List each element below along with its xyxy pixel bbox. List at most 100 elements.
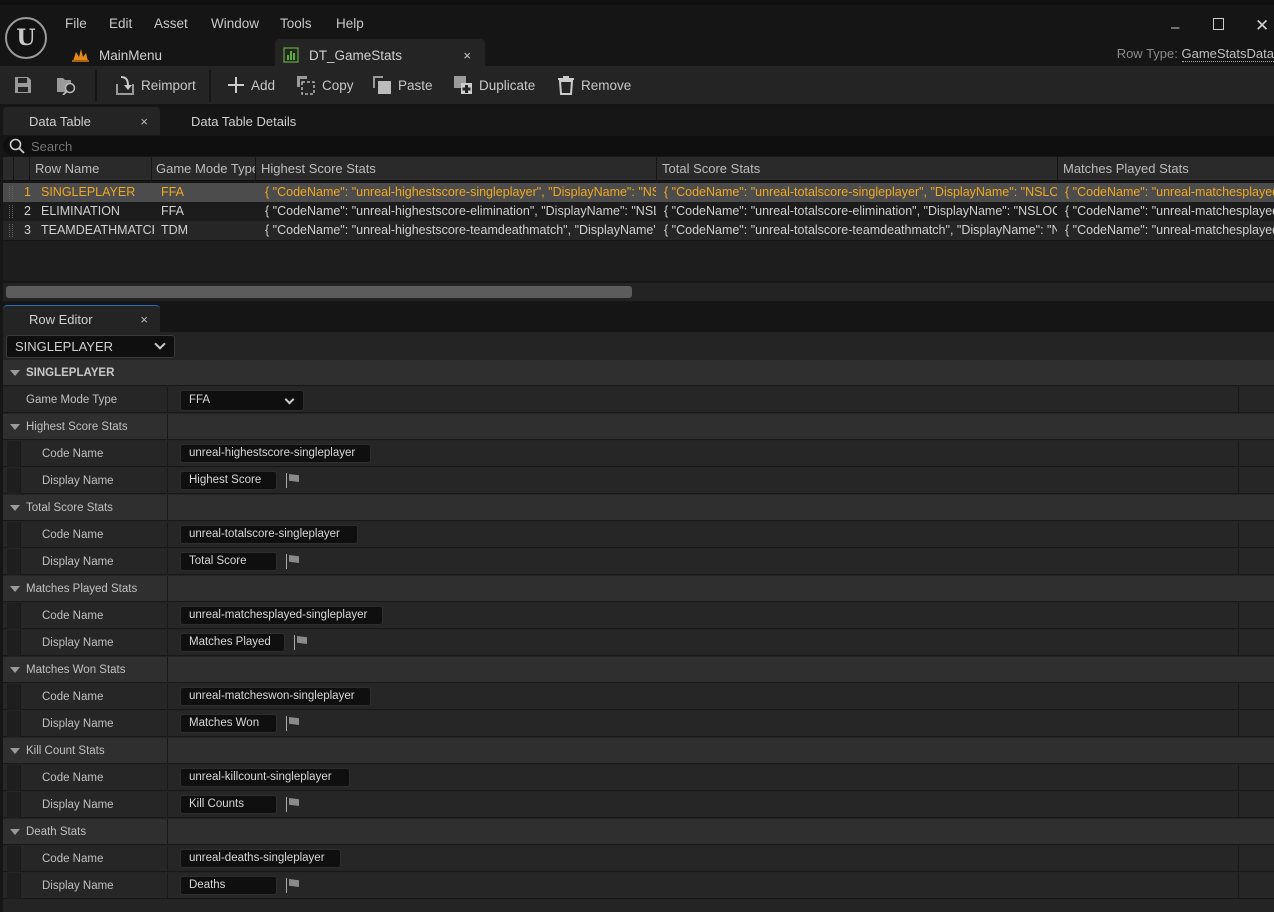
tab-mainmenu-label: MainMenu xyxy=(99,47,163,63)
localization-flag-icon[interactable] xyxy=(286,554,300,569)
code-name-field[interactable]: unreal-matcheswon-singleplayer xyxy=(180,687,371,706)
duplicate-label: Duplicate xyxy=(479,77,536,93)
chevron-down-icon xyxy=(284,394,295,405)
localization-flag-icon[interactable] xyxy=(286,473,300,488)
collapse-arrow-icon[interactable] xyxy=(10,667,20,673)
property-code-name: Code Name unreal-matcheswon-singleplayer xyxy=(3,684,1274,710)
search-input[interactable] xyxy=(31,138,631,154)
menu-asset[interactable]: Asset xyxy=(154,16,188,31)
row-name: ELIMINATION xyxy=(41,204,120,218)
localization-flag-icon[interactable] xyxy=(294,635,308,650)
header-highest-score-stats[interactable]: Highest Score Stats xyxy=(255,157,656,181)
code-name-field[interactable]: unreal-highestscore-singleplayer xyxy=(180,444,371,463)
duplicate-button[interactable]: Duplicate xyxy=(453,66,535,104)
code-name-field[interactable]: unreal-deaths-singleplayer xyxy=(180,849,341,868)
add-button[interactable]: Add xyxy=(227,66,275,104)
save-button[interactable] xyxy=(14,66,32,104)
group-kill-count-stats[interactable]: Kill Count Stats xyxy=(3,738,1274,764)
collapse-arrow-icon[interactable] xyxy=(10,829,20,835)
group-total-score-stats[interactable]: Total Score Stats xyxy=(3,495,1274,521)
collapse-arrow-icon[interactable] xyxy=(10,748,20,754)
display-name-field[interactable]: Matches Played xyxy=(180,633,285,652)
horizontal-scrollbar[interactable] xyxy=(3,283,1274,301)
property-code-name: Code Name unreal-deaths-singleplayer xyxy=(3,846,1274,872)
game-mode-combo[interactable]: FFA xyxy=(180,390,304,411)
table-row[interactable]: 1 SINGLEPLAYER FFA { "CodeName": "unreal… xyxy=(3,183,1274,202)
group-label: Matches Won Stats xyxy=(26,664,126,676)
unreal-logo-icon[interactable]: U xyxy=(5,17,47,59)
row-type-value[interactable]: GameStatsData xyxy=(1181,46,1274,62)
close-window-button[interactable]: ✕ xyxy=(1255,16,1269,36)
row-mode: FFA xyxy=(161,185,184,199)
code-name-field[interactable]: unreal-totalscore-singleplayer xyxy=(180,525,358,544)
row-matches: { "CodeName": "unreal-matchesplayed-sing… xyxy=(1065,185,1274,199)
tab-data-table-details[interactable]: Data Table Details xyxy=(191,107,296,135)
close-data-table-icon[interactable]: × xyxy=(140,114,148,129)
display-name-field[interactable]: Kill Counts xyxy=(180,795,277,814)
paste-icon xyxy=(373,76,391,94)
category-label: SINGLEPLAYER xyxy=(26,367,115,379)
tab-data-table[interactable]: Data Table × xyxy=(3,107,160,135)
collapse-arrow-icon[interactable] xyxy=(10,424,20,430)
table-row[interactable]: 2 ELIMINATION FFA { "CodeName": "unreal-… xyxy=(3,202,1274,221)
header-total-score-stats[interactable]: Total Score Stats xyxy=(656,157,1057,181)
tab-row-editor[interactable]: Row Editor × xyxy=(3,305,160,332)
paste-button[interactable]: Paste xyxy=(372,66,433,104)
menu-tools[interactable]: Tools xyxy=(280,16,312,31)
row-name: TEAMDEATHMATCH xyxy=(41,223,154,237)
localization-flag-icon[interactable] xyxy=(286,878,300,893)
row-highest: { "CodeName": "unreal-highestscore-elimi… xyxy=(265,204,656,218)
row-total: { "CodeName": "unreal-totalscore-singlep… xyxy=(664,185,1057,199)
maximize-button[interactable] xyxy=(1213,17,1224,34)
menu-help[interactable]: Help xyxy=(336,16,364,31)
plus-icon xyxy=(228,77,244,93)
collapse-arrow-icon[interactable] xyxy=(10,370,20,376)
row-highest: { "CodeName": "unreal-highestscore-singl… xyxy=(265,185,656,199)
group-highest-score-stats[interactable]: Highest Score Stats xyxy=(3,414,1274,440)
menu-edit[interactable]: Edit xyxy=(109,16,132,31)
code-name-field[interactable]: unreal-matchesplayed-singleplayer xyxy=(180,606,383,625)
row-drag-handle[interactable] xyxy=(9,205,13,218)
reimport-label: Reimport xyxy=(141,77,196,93)
row-total: { "CodeName": "unreal-totalscore-teamdea… xyxy=(664,223,1057,237)
group-death-stats[interactable]: Death Stats xyxy=(3,819,1274,845)
chevron-down-icon xyxy=(154,338,166,350)
property-display-name: Display Name Total Score xyxy=(3,549,1274,575)
group-matches-won-stats[interactable]: Matches Won Stats xyxy=(3,657,1274,683)
property-code-name: Code Name unreal-totalscore-singleplayer xyxy=(3,522,1274,548)
header-matches-played-stats[interactable]: Matches Played Stats xyxy=(1057,157,1274,181)
property-display-name: Display Name Highest Score xyxy=(3,468,1274,494)
header-row-name[interactable]: Row Name xyxy=(29,157,151,181)
display-name-field[interactable]: Matches Won xyxy=(180,714,277,733)
category-singleplayer[interactable]: SINGLEPLAYER xyxy=(3,360,1274,386)
remove-button[interactable]: Remove xyxy=(557,66,631,104)
minimize-button[interactable]: – xyxy=(1171,19,1179,36)
row-matches: { "CodeName": "unreal-matchesplayed-elim… xyxy=(1065,204,1274,218)
code-name-field[interactable]: unreal-killcount-singleplayer xyxy=(180,768,350,787)
browse-button[interactable] xyxy=(56,66,78,104)
collapse-arrow-icon[interactable] xyxy=(10,586,20,592)
copy-button[interactable]: Copy xyxy=(296,66,354,104)
group-matches-played-stats[interactable]: Matches Played Stats xyxy=(3,576,1274,602)
close-tab-icon[interactable]: × xyxy=(463,48,471,63)
header-game-mode-type[interactable]: Game Mode Type xyxy=(151,157,255,181)
scrollbar-thumb[interactable] xyxy=(6,286,632,298)
localization-flag-icon[interactable] xyxy=(286,797,300,812)
close-row-editor-icon[interactable]: × xyxy=(140,312,148,327)
row-drag-handle[interactable] xyxy=(9,186,13,199)
property-display-name: Display Name Kill Counts xyxy=(3,792,1274,818)
display-name-field[interactable]: Highest Score xyxy=(180,471,277,490)
menu-file[interactable]: File xyxy=(65,16,87,31)
row-selector-dropdown[interactable]: SINGLEPLAYER xyxy=(6,335,175,358)
display-name-field[interactable]: Deaths xyxy=(180,876,277,895)
row-total: { "CodeName": "unreal-totalscore-elimina… xyxy=(664,204,1057,218)
row-drag-handle[interactable] xyxy=(9,224,13,237)
menu-window[interactable]: Window xyxy=(211,16,259,31)
table-row[interactable]: 3 TEAMDEATHMATCH TDM { "CodeName": "unre… xyxy=(3,221,1274,240)
display-name-field[interactable]: Total Score xyxy=(180,552,277,571)
collapse-arrow-icon[interactable] xyxy=(10,505,20,511)
search-box[interactable] xyxy=(3,136,1274,156)
localization-flag-icon[interactable] xyxy=(286,716,300,731)
reimport-button[interactable]: Reimport xyxy=(115,66,196,104)
property-label: Display Name xyxy=(42,880,114,892)
